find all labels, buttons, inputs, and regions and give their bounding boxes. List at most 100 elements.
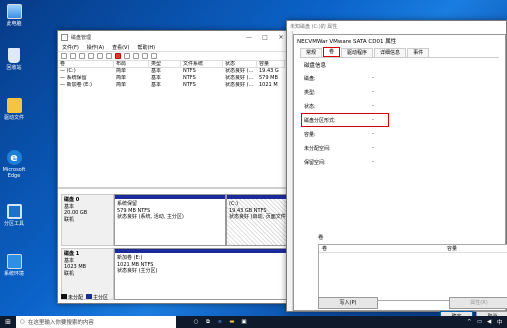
partition-e[interactable]: 新加卷 (E:) 1021 MB NTFS 状态良好 (主分区) [114,248,289,300]
menu-view[interactable]: 查看(V) [112,44,129,51]
properties-dialog: 未知磁盘 (C:)的 属性 NECVMWar VMware SATA CD01 … [286,20,507,323]
task-view-icon[interactable]: ○ [190,319,202,325]
tab-strip: 常规 卷 驱动程序 详细信息 事件 [294,47,505,57]
folder-icon [6,98,22,113]
delete-icon[interactable] [115,53,121,59]
disk-management-taskbar-icon[interactable]: ▣ [238,319,250,325]
field-partition-style: 磁盘分区形式: - [300,113,499,127]
disk-1-label[interactable]: 磁盘 1 基本 1023 MB 联机 [61,248,114,300]
desktop-icon-system[interactable]: 系统环境 [0,254,28,277]
properties-button[interactable]: 属性(R) [449,297,507,309]
search-icon: ○ [20,319,25,325]
computer-icon [6,4,22,19]
inner-dialog: NECVMWar VMware SATA CD01 属性 常规 卷 驱动程序 详… [293,34,507,323]
toolbar [58,52,292,61]
monitor-icon [6,204,22,219]
desktop-icon-partition-tool[interactable]: 分区工具 [0,204,28,227]
network-tray-icon[interactable]: ▭ [477,319,487,325]
check-icon[interactable] [124,53,130,59]
partition-system-reserved[interactable]: 系统保留 579 MB NTFS 状态良好 (系统, 活动, 主分区) [114,194,226,246]
disk-0-label[interactable]: 磁盘 0 基本 20.00 GB 联机 [61,194,114,246]
edge-icon: e [6,150,22,165]
field-type: 类型: - [304,89,374,96]
tab-volumes[interactable]: 卷 [323,47,341,57]
forward-icon[interactable] [70,53,76,59]
search-box[interactable]: ○ 在这里输入你要搜索的内容 [16,316,176,328]
highlight-box [301,113,389,127]
menu-bar: 文件(F) 操作(A) 查看(V) 帮助(H) [58,43,292,52]
list-icon[interactable] [79,53,85,59]
tab-details[interactable]: 详细信息 [374,48,407,57]
show-hidden-icons-icon[interactable]: ^ [467,319,477,325]
disk-management-window: 磁盘管理 — □ ✕ 文件(F) 操作(A) 查看(V) 帮助(H) 卷 布局 类型 … [57,30,293,304]
volumes-list[interactable]: 卷 容量 [318,244,507,301]
menu-action[interactable]: 操作(A) [87,44,104,51]
disk-management-icon [61,33,68,41]
swatch [86,294,93,299]
partition-c[interactable]: (C:)19.43 GB NTFS状态良好 (启动, 页面文件, 故障转储, 主… [226,194,289,246]
col-volume[interactable]: 卷 [58,61,114,68]
col-filesystem[interactable]: 文件系统 [181,61,223,68]
col-vol[interactable]: 卷 [319,245,447,252]
minimize-button[interactable]: — [241,34,257,41]
volume-icon[interactable]: ◀ [487,319,497,325]
task-view-button-icon[interactable]: ⧉ [202,319,214,326]
col-status[interactable]: 状态 [223,61,257,68]
partition-bar [227,195,288,199]
table-row[interactable]: — (C:) 简单 基本 NTFS 状态良好 (... 19.43 G [58,68,292,75]
help-icon[interactable] [88,53,94,59]
legend: 未分配 主分区 [61,294,108,301]
edge-taskbar-icon[interactable]: e [214,319,226,325]
col-layout[interactable]: 布局 [114,61,149,68]
window-title: 磁盘管理 [71,34,92,41]
volumes-list-header: 卷 容量 [319,245,507,253]
grid-icon[interactable] [97,53,103,59]
tab-driver[interactable]: 驱动程序 [341,48,374,57]
field-disk: 磁盘: - [304,75,374,82]
partition-bar [115,249,288,253]
menu-file[interactable]: 文件(F) [62,44,79,51]
partition-bar [115,195,225,199]
title-bar: 磁盘管理 — □ ✕ [58,31,292,43]
tab-events[interactable]: 事件 [407,48,430,57]
recycle-bin-icon [8,48,20,63]
open-icon[interactable] [133,53,139,59]
field-capacity: 容量: - [304,131,374,138]
disk-info-group: 磁盘信息 磁盘: - 类型: - 状态: - 磁盘分区形式: - 容量: - 未分配空间:… [300,57,499,169]
network-icon [6,254,22,269]
ime-icon[interactable]: 中 [497,318,507,326]
maximize-button[interactable]: □ [257,34,273,41]
col-type[interactable]: 类型 [149,61,181,68]
legend-unallocated: 未分配 [61,294,83,301]
import-button[interactable]: 写入(P) [318,297,378,309]
tab-general[interactable]: 常规 [300,48,323,57]
back-icon[interactable] [61,53,67,59]
desktop-icon-recycle-bin[interactable]: 回收站 [0,48,28,71]
start-button[interactable]: ⊞ [0,318,16,326]
field-unallocated: 未分配空间: - [304,145,374,152]
disk-0-row: 磁盘 0 基本 20.00 GB 联机 系统保留 579 MB NTFS 状态良好 … [61,194,289,246]
key-icon[interactable] [106,53,112,59]
dialog-title-bar: 未知磁盘 (C:)的 属性 [287,21,506,31]
volumes-label: 卷 [318,235,324,241]
field-status: 状态: - [304,103,374,110]
field-reserved: 保留空间: - [304,159,374,166]
swatch [61,294,67,299]
col-vol-capacity[interactable]: 容量 [447,245,457,252]
desktop-icon-drivers[interactable]: 驱动文件 [0,98,28,121]
table-row[interactable]: — 系统保留 简单 基本 NTFS 状态良好 (... 579 MB [58,75,292,82]
volume-table-header: 卷 布局 类型 文件系统 状态 容量 [58,61,292,68]
properties-icon[interactable] [151,53,157,59]
desktop-icon-edge[interactable]: e Microsoft Edge [0,150,28,179]
inner-title-bar: NECVMWar VMware SATA CD01 属性 [294,35,505,47]
menu-help[interactable]: 帮助(H) [137,44,155,51]
taskbar: ⊞ ○ 在这里输入你要搜索的内容 ○ ⧉ e ▬ ▣ ^ ▭ ◀ 中 [0,316,507,328]
disk-1-row: 磁盘 1 基本 1023 MB 联机 新加卷 (E:) 1021 MB NTFS 状… [61,248,289,300]
legend-primary: 主分区 [86,294,108,301]
table-row[interactable]: — 新加卷 (E:) 简单 基本 NTFS 状态良好 (... 1021 M [58,82,292,89]
splitter[interactable] [58,187,292,189]
file-explorer-icon[interactable]: ▬ [226,319,238,325]
col-capacity[interactable]: 容量 [257,61,285,68]
search-icon[interactable] [142,53,148,59]
desktop-icon-computer[interactable]: 此电脑 [0,4,28,27]
